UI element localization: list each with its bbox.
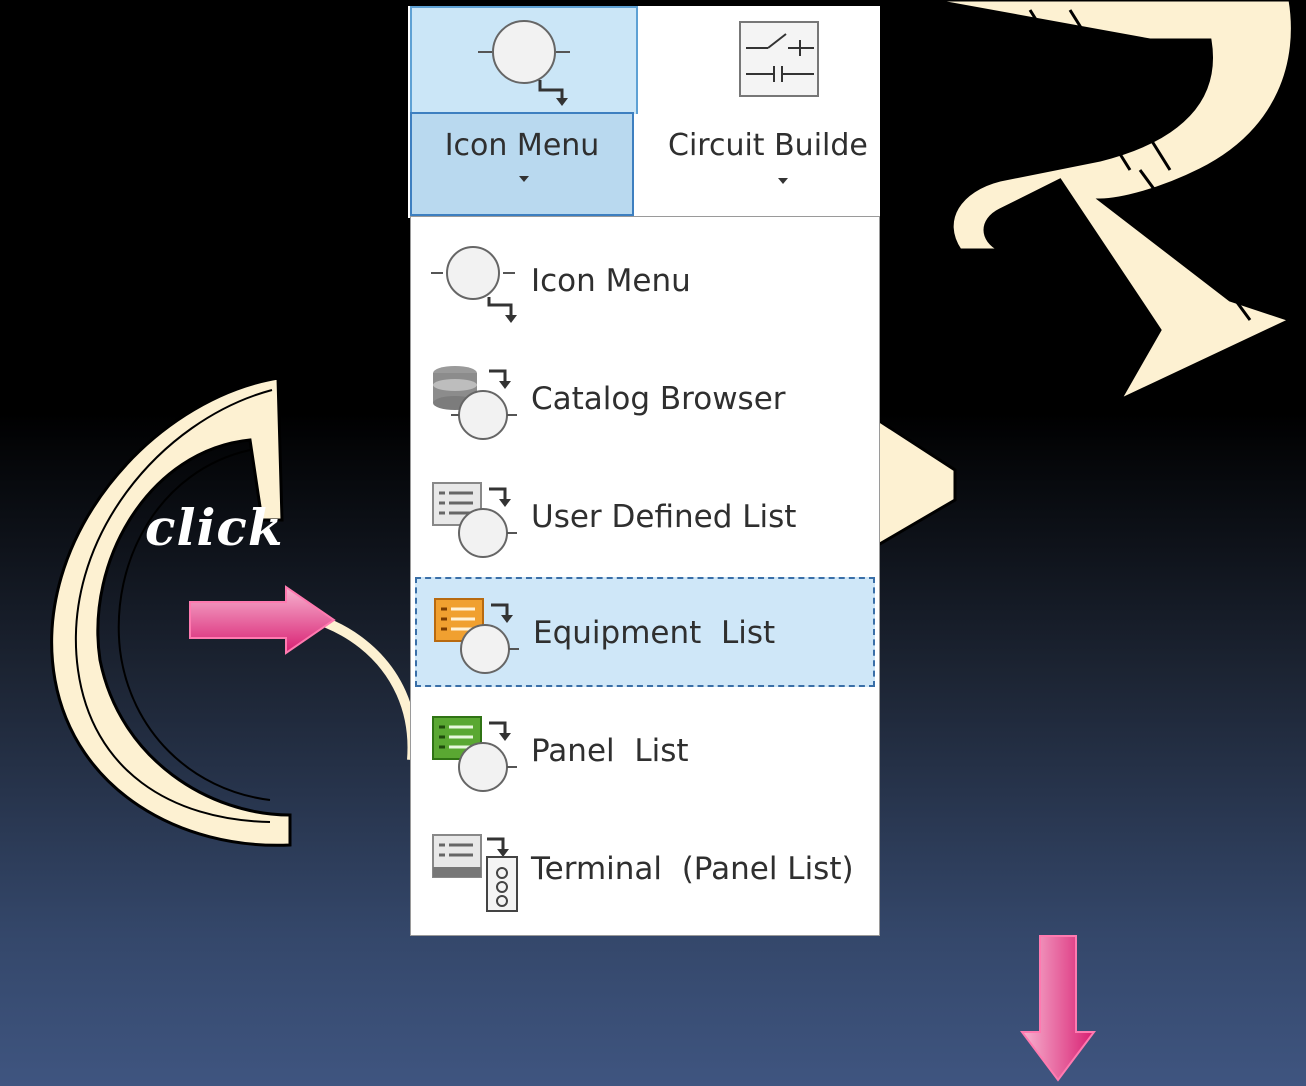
menu-item-equipment-list[interactable]: Equipment List	[415, 577, 875, 687]
icon-menu-dropdown: Icon Menu Catalog Browser User Defined L…	[410, 216, 880, 936]
circuit-builder-label: Circuit Builde	[668, 128, 868, 163]
circuit-builder-icon	[739, 21, 819, 97]
down-arrow-icon	[1020, 935, 1096, 1082]
chevron-down-icon	[778, 178, 788, 184]
equipment-list-icon	[434, 598, 519, 674]
menu-item-label: Icon Menu	[531, 263, 691, 299]
right-arrow-icon	[189, 585, 336, 655]
menu-item-catalog-browser[interactable]: Catalog Browser	[415, 345, 875, 455]
decorative-letter-p	[929, 0, 1295, 404]
ribbon-panel: Icon Menu Circuit Builde	[408, 6, 880, 218]
menu-item-label: User Defined List	[531, 499, 797, 535]
menu-item-label: Equipment List	[533, 615, 776, 651]
icon-menu-split-button[interactable]: Icon Menu	[410, 6, 638, 216]
icon-menu-button-top[interactable]	[410, 6, 638, 114]
catalog-browser-icon	[433, 366, 517, 440]
user-defined-list-icon	[432, 482, 517, 558]
menu-item-label: Panel List	[531, 733, 689, 769]
panel-list-icon	[432, 716, 517, 792]
icon-menu-button-dropdown[interactable]: Icon Menu	[410, 112, 634, 216]
chevron-down-icon	[519, 176, 529, 182]
menu-item-icon-menu[interactable]: Icon Menu	[415, 227, 875, 337]
menu-item-label: Terminal (Panel List)	[531, 851, 854, 887]
menu-item-label: Catalog Browser	[531, 381, 786, 417]
terminal-panel-list-icon	[432, 834, 518, 912]
menu-item-user-defined-list[interactable]: User Defined List	[415, 463, 875, 573]
icon-menu-icon	[478, 20, 570, 106]
click-annotation: click	[145, 498, 284, 557]
icon-menu-label: Icon Menu	[444, 128, 600, 163]
icon-menu-icon	[431, 246, 517, 323]
decorative-wedge	[876, 417, 957, 548]
menu-item-panel-list[interactable]: Panel List	[415, 697, 875, 807]
circuit-builder-button[interactable]: Circuit Builde	[654, 6, 880, 216]
menu-item-terminal-panel-list[interactable]: Terminal (Panel List)	[415, 815, 875, 925]
